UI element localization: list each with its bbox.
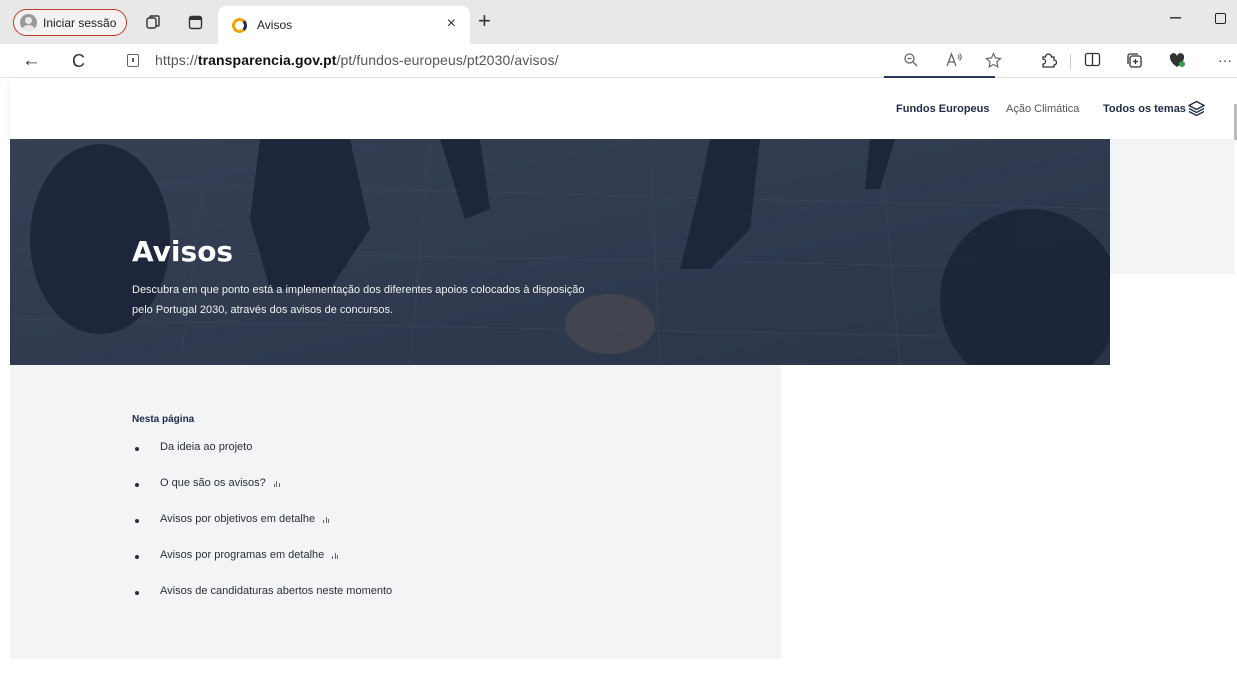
profile-label: Iniciar sessão [43, 15, 117, 30]
chart-bars-icon [332, 553, 339, 559]
toc-item[interactable]: O que são os avisos? [132, 477, 392, 513]
minimize-button[interactable]: – [1170, 6, 1181, 29]
tab-avisos[interactable]: Avisos × [218, 6, 470, 44]
browser-essentials-icon[interactable] [1168, 52, 1186, 73]
chart-bars-icon [323, 517, 330, 523]
back-arrow-icon[interactable]: ← [22, 50, 41, 72]
url-scheme: https:// [155, 52, 198, 68]
toc-item-label: Avisos por objetivos em detalhe [160, 513, 316, 525]
new-tab-button[interactable]: + [478, 8, 491, 34]
layers-icon[interactable] [1187, 100, 1206, 122]
url-field[interactable]: https://transparencia.gov.pt/pt/fundos-e… [155, 52, 559, 68]
nav-todos-os-temas[interactable]: Todos os temas [1103, 103, 1186, 115]
toc-item[interactable]: Da ideia ao projeto [132, 441, 392, 477]
toc-list: Da ideia ao projeto O que são os avisos?… [132, 441, 392, 621]
site-info-icon[interactable] [127, 54, 139, 67]
page-title: Avisos [132, 235, 234, 268]
toolbar-divider [1070, 54, 1071, 70]
toc-item[interactable]: Avisos por programas em detalhe [132, 549, 392, 585]
nav-acao-climatica[interactable]: Ação Climática [1006, 103, 1079, 115]
toc-item-label: O que são os avisos? [160, 477, 266, 489]
split-screen-icon[interactable] [1084, 52, 1101, 71]
toc-item[interactable]: Avisos de candidaturas abertos neste mom… [132, 585, 392, 621]
toc-heading: Nesta página [132, 414, 195, 425]
avatar-icon [20, 14, 37, 31]
restore-window-icon[interactable] [1215, 13, 1226, 24]
site-favicon-icon [232, 17, 247, 33]
collections-icon[interactable] [1126, 52, 1143, 73]
extensions-icon[interactable] [1040, 52, 1058, 73]
side-panel-background [1110, 139, 1234, 274]
tab-actions-icon[interactable] [186, 13, 204, 31]
browser-tab-bar: Iniciar sessão Avisos × + – [0, 0, 1237, 44]
toc-item-label: Avisos de candidaturas abertos neste mom… [160, 585, 393, 597]
profile-button[interactable]: Iniciar sessão [13, 9, 127, 36]
more-menu-icon[interactable]: ··· [1218, 52, 1232, 68]
address-toolbar: ← C https://transparencia.gov.pt/pt/fund… [0, 44, 1237, 78]
tab-title: Avisos [257, 18, 293, 32]
zoom-out-icon[interactable] [903, 52, 919, 72]
chart-bars-icon [273, 481, 281, 487]
read-aloud-icon[interactable] [945, 52, 963, 72]
hero-description: Descubra em que ponto está a implementaç… [132, 284, 585, 316]
toc-item[interactable]: Avisos por objetivos em detalhe [132, 513, 392, 549]
workspaces-icon[interactable] [144, 13, 162, 31]
hero-banner: Avisos Descubra em que ponto está a impl… [10, 139, 1110, 365]
url-path: /pt/fundos-europeus/pt2030/avisos/ [336, 52, 559, 68]
on-this-page-section: Nesta página Da ideia ao projeto O que s… [10, 365, 781, 659]
close-tab-icon[interactable]: × [447, 15, 456, 33]
toc-item-label: Avisos por programas em detalhe [160, 549, 325, 561]
favorite-star-icon[interactable] [985, 52, 1002, 73]
url-domain: transparencia.gov.pt [197, 52, 337, 68]
nav-fundos-europeus[interactable]: Fundos Europeus [896, 103, 990, 115]
toc-item-label: Da ideia ao projeto [160, 441, 253, 453]
refresh-icon[interactable]: C [72, 51, 85, 72]
